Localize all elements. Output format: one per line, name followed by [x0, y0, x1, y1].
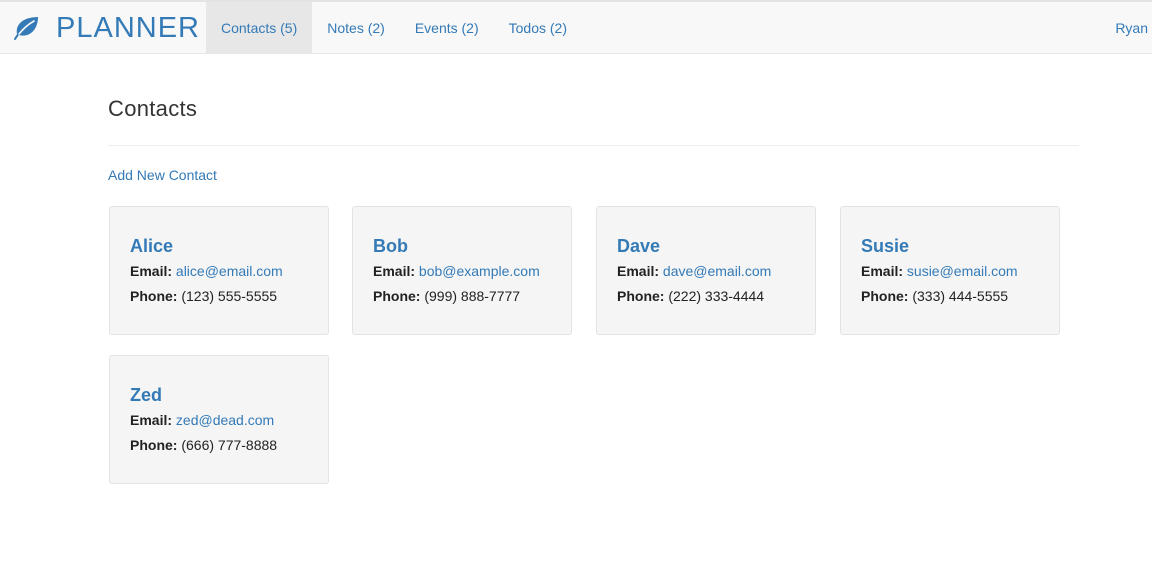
contact-name[interactable]: Zed [130, 384, 162, 406]
top-navbar: PLANNER Contacts (5) Notes (2) Events (2… [0, 0, 1152, 54]
contact-email-link[interactable]: zed@dead.com [176, 412, 274, 428]
contact-email-link[interactable]: dave@email.com [663, 263, 771, 279]
contact-email-link[interactable]: susie@email.com [907, 263, 1018, 279]
user-menu-link[interactable]: Ryan [1115, 2, 1148, 54]
tab-notes[interactable]: Notes (2) [312, 2, 400, 54]
contact-name[interactable]: Bob [373, 235, 408, 257]
email-label: Email: [861, 263, 904, 279]
main-nav: Contacts (5) Notes (2) Events (2) Todos … [206, 2, 582, 54]
phone-label: Phone: [861, 288, 909, 304]
contact-card: Dave Email: dave@email.com Phone: (222) … [596, 206, 816, 335]
contact-phone: (333) 444-5555 [912, 288, 1009, 304]
contact-phone: (123) 555-5555 [181, 288, 278, 304]
contact-name[interactable]: Dave [617, 235, 660, 257]
contact-card: Alice Email: alice@email.com Phone: (123… [109, 206, 329, 335]
phone-label: Phone: [373, 288, 421, 304]
contact-phone-row: Phone: (999) 888-7777 [373, 288, 571, 305]
contact-email-link[interactable]: alice@email.com [176, 263, 283, 279]
phone-label: Phone: [617, 288, 665, 304]
contact-card: Zed Email: zed@dead.com Phone: (666) 777… [109, 355, 329, 484]
add-contact-link[interactable]: Add New Contact [108, 167, 217, 183]
tab-contacts[interactable]: Contacts (5) [206, 2, 313, 54]
leaf-icon [14, 17, 38, 40]
contact-name[interactable]: Susie [861, 235, 909, 257]
brand-link[interactable]: PLANNER [12, 2, 200, 54]
header-divider [108, 145, 1079, 146]
contact-phone: (666) 777-8888 [181, 437, 278, 453]
contact-email-row: Email: bob@example.com [373, 263, 571, 280]
contact-phone-row: Phone: (333) 444-5555 [861, 288, 1059, 305]
contact-email-link[interactable]: bob@example.com [419, 263, 540, 279]
phone-label: Phone: [130, 288, 178, 304]
contact-phone-row: Phone: (666) 777-8888 [130, 437, 328, 454]
contact-email-row: Email: alice@email.com [130, 263, 328, 280]
contact-phone-row: Phone: (123) 555-5555 [130, 288, 328, 305]
contact-email-row: Email: dave@email.com [617, 263, 815, 280]
email-label: Email: [130, 263, 173, 279]
email-label: Email: [373, 263, 416, 279]
contact-phone: (222) 333-4444 [668, 288, 765, 304]
email-label: Email: [617, 263, 660, 279]
brand-title: PLANNER [56, 11, 200, 44]
contact-email-row: Email: zed@dead.com [130, 412, 328, 429]
contact-phone: (999) 888-7777 [424, 288, 521, 304]
contact-card: Susie Email: susie@email.com Phone: (333… [840, 206, 1060, 335]
email-label: Email: [130, 412, 173, 428]
page-title: Contacts [108, 96, 198, 121]
tab-events[interactable]: Events (2) [400, 2, 494, 54]
contact-name[interactable]: Alice [130, 235, 173, 257]
contact-email-row: Email: susie@email.com [861, 263, 1059, 280]
contact-card: Bob Email: bob@example.com Phone: (999) … [352, 206, 572, 335]
tab-todos[interactable]: Todos (2) [494, 2, 582, 54]
contact-phone-row: Phone: (222) 333-4444 [617, 288, 815, 305]
phone-label: Phone: [130, 437, 178, 453]
